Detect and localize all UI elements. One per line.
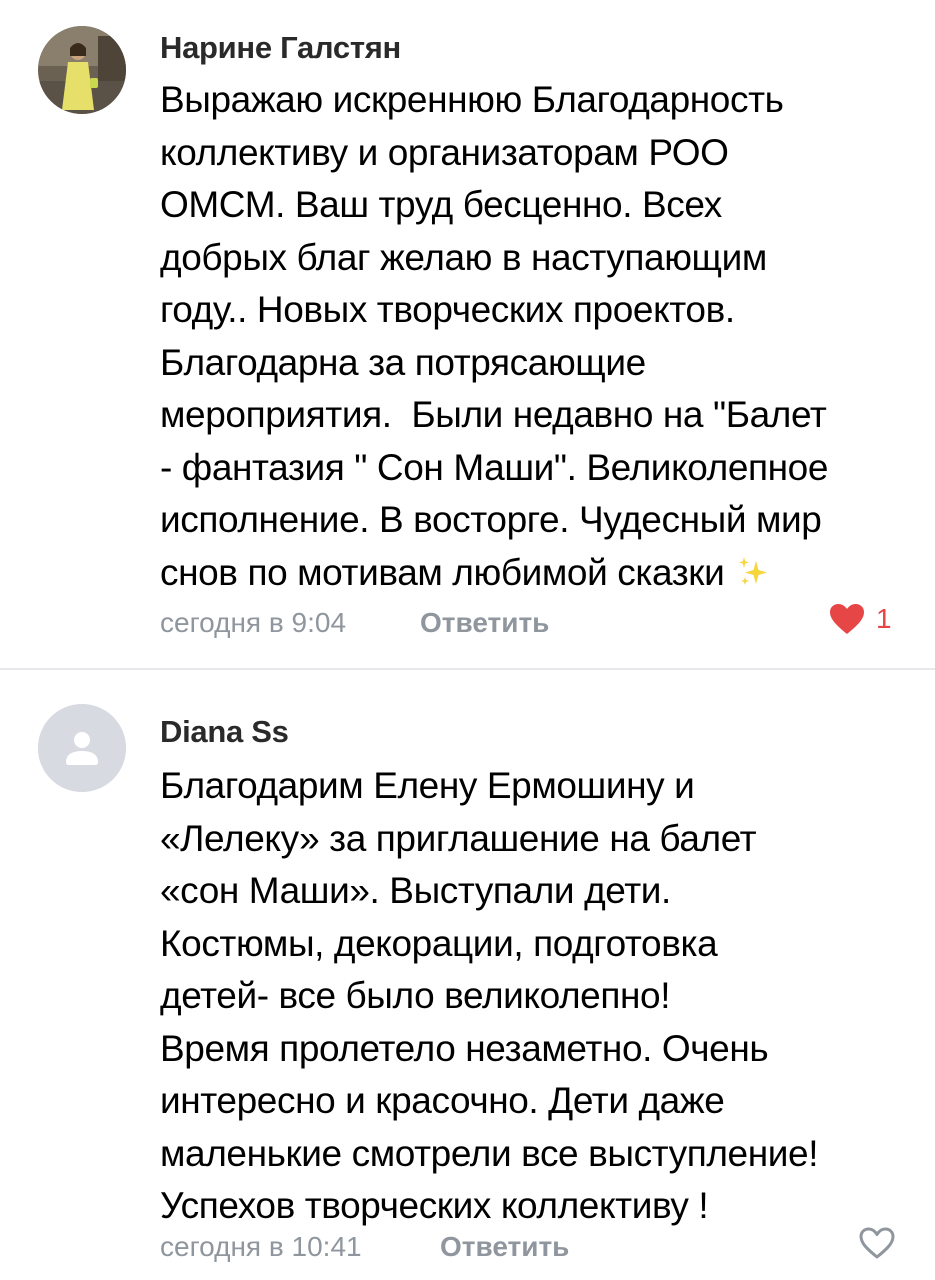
like-count: 1 [876,603,892,634]
comment-text-line: «сон Маши». Выступали дети. [160,870,671,911]
comment-timestamp: сегодня в 10:41 [160,1231,362,1262]
comment-text-line: мероприятия. Были недавно на "Балет [160,394,827,435]
comment-text-line: Костюмы, декорации, подготовка [160,922,718,964]
comment-text-line: Время пролетело незаметно. Очень [160,1027,769,1069]
comment-text-line: году.. Новых творческих проектов. [160,289,735,330]
comment-text-line: маленькие смотрели все выступление! [160,1132,819,1174]
sparkles-icon [736,551,770,604]
comment-text-line: Благодарим Елену Ермошину и [160,765,695,806]
comment-text-line: Выражаю искреннюю Благодарность [160,79,784,120]
like-button[interactable] [858,1226,906,1260]
comment-text-line: добрых благ желаю в наступающим [160,236,767,278]
comment-text-line: ОМСМ. Ваш труд бесценно. Всех [160,184,722,225]
user-placeholder-icon [38,704,126,792]
reply-button[interactable]: Ответить [420,606,549,640]
comment-text: Выражаю искреннюю Благодарность коллекти… [160,74,920,603]
comment-text-line: - фантазия " Сон Маши". Великолепное [160,446,829,488]
comment-item: Нарине Галстян Выражаю искреннюю Благода… [0,0,935,668]
comment-text-line: Успехов творческих коллективу ! [160,1185,709,1226]
comment-text-line: «Лелеку» за приглашение на балет [160,817,757,859]
avatar-photo [38,26,126,114]
like-button[interactable]: 1 [828,602,892,636]
comment-timestamp: сегодня в 9:04 [160,607,347,638]
comment-author[interactable]: Diana Ss [160,714,289,750]
comment-text-line-last: снов по мотивам любимой сказки [160,547,920,604]
heart-outline-icon [859,1227,895,1259]
comment-text-line: снов по мотивам любимой сказки [160,551,725,593]
comment-text-line: коллективу и организаторам РОО [160,131,729,173]
comment-text: Благодарим Елену Ермошину и «Лелеку» за … [160,760,920,1233]
avatar[interactable] [38,26,126,114]
heart-filled-icon [830,604,864,634]
comment-text-line: Благодарна за потрясающие [160,341,646,383]
reply-button[interactable]: Ответить [440,1230,569,1264]
comment-item: Diana Ss Благодарим Елену Ермошину и «Ле… [0,670,935,1280]
comment-author[interactable]: Нарине Галстян [160,30,401,66]
comment-text-line: детей- все было великолепно! [160,975,671,1016]
avatar[interactable] [38,704,126,792]
comment-text-line: исполнение. В восторге. Чудесный мир [160,499,822,540]
comment-text-line: интересно и красочно. Дети даже [160,1080,725,1121]
